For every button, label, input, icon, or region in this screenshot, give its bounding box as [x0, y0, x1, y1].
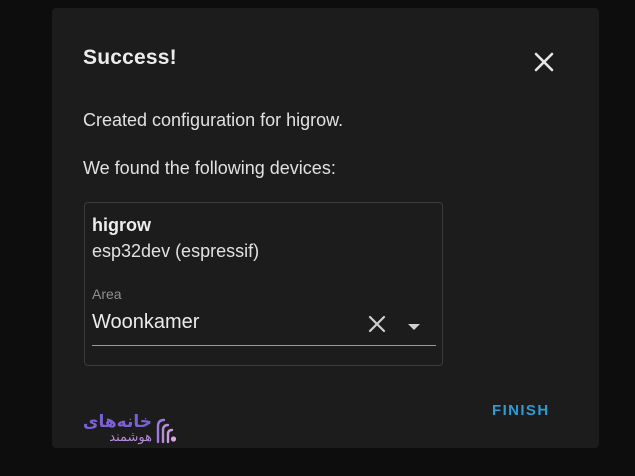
dialog-title: Success! [83, 46, 177, 69]
device-model: esp32dev (espressif) [92, 241, 260, 261]
finish-button[interactable]: FINISH [492, 402, 550, 419]
config-message: Created configuration for higrow. [83, 110, 344, 130]
area-dropdown-toggle[interactable] [406, 319, 422, 330]
clear-area-button[interactable] [366, 313, 388, 335]
watermark-logo: خانه‌های هوشمند [52, 412, 182, 448]
devices-heading: We found the following devices: [83, 158, 336, 178]
close-icon [534, 52, 554, 72]
wifi-logo-icon [156, 418, 177, 444]
area-label: Area [92, 286, 122, 302]
device-name: higrow [92, 215, 151, 235]
watermark-line1: خانه‌های [82, 412, 152, 432]
area-value: Woonkamer [92, 311, 200, 333]
dropdown-arrow-icon [408, 324, 420, 330]
watermark-line2: هوشمند [109, 430, 152, 445]
area-select[interactable]: Area Woonkamer [92, 281, 436, 347]
clear-icon [368, 315, 386, 333]
close-button[interactable] [530, 48, 558, 76]
device-card: higrow esp32dev (espressif) Area Woonkam… [84, 202, 443, 366]
area-underline [92, 345, 436, 346]
success-dialog: Success! Created configuration for higro… [52, 8, 599, 448]
